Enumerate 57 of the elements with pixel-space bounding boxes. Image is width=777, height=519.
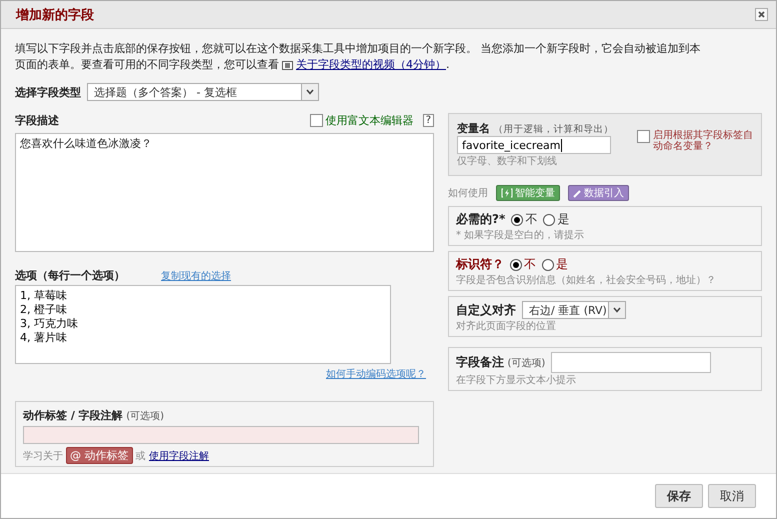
close-icon xyxy=(758,11,765,18)
required-label: 必需的?* xyxy=(456,211,506,228)
cancel-button[interactable]: 取消 xyxy=(708,484,756,508)
close-button[interactable] xyxy=(755,8,768,22)
save-button[interactable]: 保存 xyxy=(655,484,703,508)
intro-text: 填写以下字段并点击底部的保存按钮，您就可以在这个数据采集工具中增加项目的一个新字段。 当您添加一个新字段时，它会自动被追加到本页面的表单。要查看可用的不同字段类型，您可以查看 关于字段类型的视频（4分钟）. xyxy=(15,41,702,74)
radio-label: 是 xyxy=(557,211,570,228)
description-field[interactable]: 您喜欢什么味道色冰激凌？ xyxy=(15,133,434,252)
action-tags-button[interactable]: @ 动作标签 xyxy=(66,447,132,464)
action-tags-field[interactable] xyxy=(23,426,419,444)
variable-field[interactable]: favorite_icecream xyxy=(457,136,611,154)
caret-icon xyxy=(306,89,314,96)
field-annotation-link[interactable]: 使用字段注解 xyxy=(149,448,209,463)
radio-button[interactable] xyxy=(542,258,554,271)
variable-hint: （用于逻辑，计算和导出） xyxy=(494,124,614,136)
checkbox[interactable] xyxy=(637,130,650,144)
pen-icon xyxy=(573,188,582,198)
alignment-label: 自定义对齐 xyxy=(456,302,516,319)
alignment-dropdown[interactable]: 右边/ 垂直 (RV) xyxy=(522,301,626,320)
field-note-label: 字段备注 xyxy=(456,354,504,372)
optional-text: (可选项) xyxy=(126,411,164,422)
variable-label: 变量名 xyxy=(457,122,490,136)
alignment-note: 对齐此页面字段的位置 xyxy=(456,320,557,334)
variable-note: 仅字母、数字和下划线 xyxy=(457,154,558,168)
optional-text: (可选项) xyxy=(508,356,546,370)
video-link[interactable]: 关于字段类型的视频（4分钟） xyxy=(296,58,446,72)
field-note-field[interactable] xyxy=(551,352,712,374)
radio-button[interactable] xyxy=(511,214,524,226)
period-text: . xyxy=(446,58,450,72)
lightning-icon xyxy=(501,188,513,198)
radio-label: 是 xyxy=(556,256,568,274)
auto-name-label: 启用根据其字段标签自动命名变量？ xyxy=(653,130,753,152)
choices-label: 选项（每行一个选项） xyxy=(15,268,125,284)
how-to-use-label: 如何使用 xyxy=(448,187,488,200)
film-icon xyxy=(282,61,293,70)
help-link[interactable]: 如何手动编码选项呢？ xyxy=(326,367,426,382)
choices-field[interactable]: 1, 草莓味 2, 橙子味 3, 巧克力味 4, 薯片味 xyxy=(15,285,391,364)
help-button[interactable]: ? xyxy=(422,114,434,128)
learn-text: 学习关于 xyxy=(23,450,63,463)
identifier-note: 字段是否包含识别信息（如姓名，社会安全号码，地址）？ xyxy=(456,274,717,288)
required-note: * 如果字段是空白的，请提示 xyxy=(456,228,586,242)
radio-label: 不 xyxy=(524,256,536,274)
copy-choices-link[interactable]: 复制现有的选择 xyxy=(161,268,231,283)
description-label: 字段描述 xyxy=(15,113,59,128)
radio-button[interactable] xyxy=(510,258,522,271)
field-type-dropdown[interactable]: 选择题（多个答案） - 复选框 xyxy=(87,83,319,102)
radio-label: 不 xyxy=(525,211,538,228)
window-title: 增加新的字段 xyxy=(16,6,94,24)
radio-button[interactable] xyxy=(543,214,556,226)
identifier-label: 标识符？ xyxy=(456,256,504,274)
checkbox[interactable] xyxy=(310,114,323,128)
field-type-label: 选择字段类型 xyxy=(15,84,81,100)
action-tags-label: 动作标签 / 字段注解 xyxy=(23,409,123,422)
rich-text-label: 使用富文本编辑器 xyxy=(326,113,414,128)
or-text: 或 xyxy=(136,450,146,463)
field-note-note: 在字段下方显示文本小提示 xyxy=(456,374,577,388)
caret-icon xyxy=(613,307,621,314)
